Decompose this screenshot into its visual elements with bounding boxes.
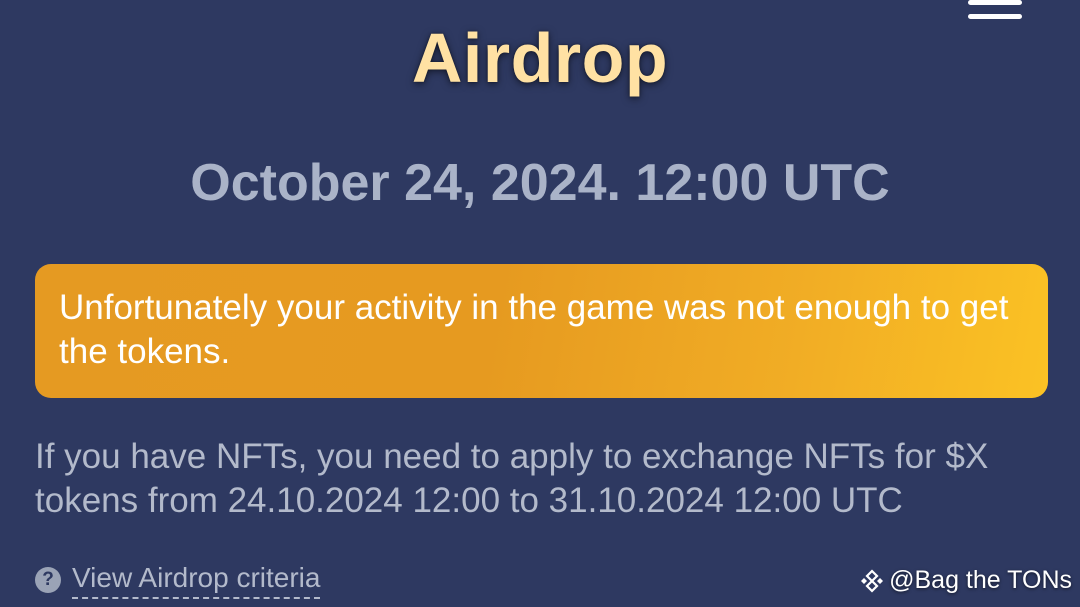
- airdrop-date: October 24, 2024. 12:00 UTC: [190, 154, 890, 212]
- view-criteria-link[interactable]: ? View Airdrop criteria: [35, 560, 321, 600]
- watermark: @Bag the TONs: [859, 566, 1072, 595]
- watermark-text: @Bag the TONs: [889, 566, 1072, 594]
- page-title: Airdrop: [411, 19, 669, 97]
- hamburger-menu-icon: [968, 0, 1022, 5]
- activity-alert-banner: Unfortunately your activity in the game …: [35, 264, 1048, 398]
- alert-message: Unfortunately your activity in the game …: [59, 288, 1009, 371]
- criteria-link-label[interactable]: View Airdrop criteria: [72, 561, 321, 599]
- nft-exchange-info: If you have NFTs, you need to apply to e…: [35, 437, 989, 520]
- binance-logo-icon: [861, 568, 884, 593]
- question-circle-icon: ?: [35, 567, 61, 593]
